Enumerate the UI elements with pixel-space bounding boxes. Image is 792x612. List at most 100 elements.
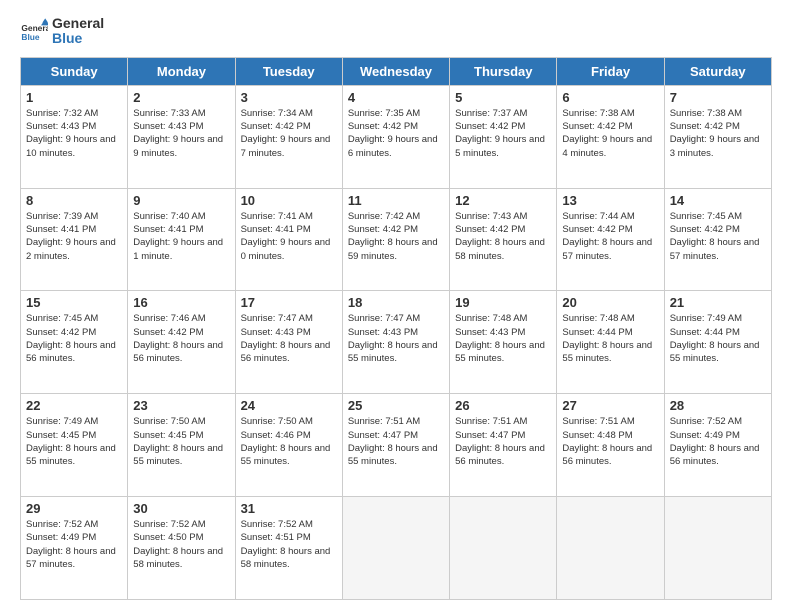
day-info: Sunrise: 7:51 AMSunset: 4:47 PMDaylight:… [455,415,551,468]
day-info: Sunrise: 7:49 AMSunset: 4:45 PMDaylight:… [26,415,122,468]
table-row: 19 Sunrise: 7:48 AMSunset: 4:43 PMDayligh… [450,291,557,394]
logo-blue: Blue [52,31,104,46]
day-number: 9 [133,193,229,208]
day-number: 31 [241,501,337,516]
logo-icon: General Blue [20,17,48,45]
day-info: Sunrise: 7:35 AMSunset: 4:42 PMDaylight:… [348,107,444,160]
table-row: 30Sunrise: 7:52 AMSunset: 4:50 PMDayligh… [128,497,235,600]
table-row: 11 Sunrise: 7:42 AMSunset: 4:42 PMDayligh… [342,188,449,291]
day-number: 20 [562,295,658,310]
col-monday: Monday [128,57,235,85]
day-info: Sunrise: 7:44 AMSunset: 4:42 PMDaylight:… [562,210,658,263]
day-info: Sunrise: 7:42 AMSunset: 4:42 PMDaylight:… [348,210,444,263]
day-number: 3 [241,90,337,105]
day-info: Sunrise: 7:48 AMSunset: 4:44 PMDaylight:… [562,312,658,365]
day-info: Sunrise: 7:38 AMSunset: 4:42 PMDaylight:… [670,107,766,160]
table-row: 8 Sunrise: 7:39 AMSunset: 4:41 PMDaylight… [21,188,128,291]
table-row: 9 Sunrise: 7:40 AMSunset: 4:41 PMDaylight… [128,188,235,291]
col-saturday: Saturday [664,57,771,85]
day-info: Sunrise: 7:40 AMSunset: 4:41 PMDaylight:… [133,210,229,263]
day-info: Sunrise: 7:50 AMSunset: 4:45 PMDaylight:… [133,415,229,468]
day-number: 27 [562,398,658,413]
table-row: 24 Sunrise: 7:50 AMSunset: 4:46 PMDayligh… [235,394,342,497]
logo: General Blue General Blue [20,16,104,47]
day-number: 24 [241,398,337,413]
table-row: 15 Sunrise: 7:45 AMSunset: 4:42 PMDayligh… [21,291,128,394]
table-row: 26 Sunrise: 7:51 AMSunset: 4:47 PMDayligh… [450,394,557,497]
day-info: Sunrise: 7:50 AMSunset: 4:46 PMDaylight:… [241,415,337,468]
col-friday: Friday [557,57,664,85]
day-number: 10 [241,193,337,208]
day-info: Sunrise: 7:52 AMSunset: 4:49 PMDaylight:… [670,415,766,468]
day-info: Sunrise: 7:41 AMSunset: 4:41 PMDaylight:… [241,210,337,263]
table-row: 14 Sunrise: 7:45 AMSunset: 4:42 PMDayligh… [664,188,771,291]
col-tuesday: Tuesday [235,57,342,85]
calendar: Sunday Monday Tuesday Wednesday Thursday… [20,57,772,600]
day-number: 16 [133,295,229,310]
day-number: 13 [562,193,658,208]
day-info: Sunrise: 7:52 AMSunset: 4:51 PMDaylight:… [241,518,337,571]
day-number: 15 [26,295,122,310]
svg-text:Blue: Blue [21,32,39,42]
day-number: 8 [26,193,122,208]
table-row: 27Sunrise: 7:51 AMSunset: 4:48 PMDayligh… [557,394,664,497]
day-info: Sunrise: 7:34 AMSunset: 4:42 PMDaylight:… [241,107,337,160]
day-number: 18 [348,295,444,310]
day-info: Sunrise: 7:48 AMSunset: 4:43 PMDaylight:… [455,312,551,365]
day-info: Sunrise: 7:43 AMSunset: 4:42 PMDaylight:… [455,210,551,263]
table-row [450,497,557,600]
day-info: Sunrise: 7:46 AMSunset: 4:42 PMDaylight:… [133,312,229,365]
day-number: 22 [26,398,122,413]
table-row: 29 Sunrise: 7:52 AMSunset: 4:49 PMDayligh… [21,497,128,600]
table-row: 28Sunrise: 7:52 AMSunset: 4:49 PMDayligh… [664,394,771,497]
day-number: 21 [670,295,766,310]
table-row: 17 Sunrise: 7:47 AMSunset: 4:43 PMDayligh… [235,291,342,394]
table-row: 6 Sunrise: 7:38 AMSunset: 4:42 PMDaylight… [557,85,664,188]
table-row: 12 Sunrise: 7:43 AMSunset: 4:42 PMDayligh… [450,188,557,291]
day-info: Sunrise: 7:47 AMSunset: 4:43 PMDaylight:… [348,312,444,365]
day-number: 7 [670,90,766,105]
day-number: 26 [455,398,551,413]
day-info: Sunrise: 7:49 AMSunset: 4:44 PMDaylight:… [670,312,766,365]
table-row: 3 Sunrise: 7:34 AMSunset: 4:42 PMDaylight… [235,85,342,188]
col-wednesday: Wednesday [342,57,449,85]
table-row: 10 Sunrise: 7:41 AMSunset: 4:41 PMDayligh… [235,188,342,291]
day-info: Sunrise: 7:51 AMSunset: 4:47 PMDaylight:… [348,415,444,468]
day-number: 2 [133,90,229,105]
day-number: 12 [455,193,551,208]
table-row: 22 Sunrise: 7:49 AMSunset: 4:45 PMDayligh… [21,394,128,497]
table-row: 4Sunrise: 7:35 AMSunset: 4:42 PMDaylight… [342,85,449,188]
day-info: Sunrise: 7:45 AMSunset: 4:42 PMDaylight:… [26,312,122,365]
day-info: Sunrise: 7:39 AMSunset: 4:41 PMDaylight:… [26,210,122,263]
day-info: Sunrise: 7:52 AMSunset: 4:49 PMDaylight:… [26,518,122,571]
table-row: 2Sunrise: 7:33 AMSunset: 4:43 PMDaylight… [128,85,235,188]
table-row: 13 Sunrise: 7:44 AMSunset: 4:42 PMDayligh… [557,188,664,291]
day-number: 1 [26,90,122,105]
table-row: 20 Sunrise: 7:48 AMSunset: 4:44 PMDayligh… [557,291,664,394]
day-info: Sunrise: 7:45 AMSunset: 4:42 PMDaylight:… [670,210,766,263]
table-row: 7 Sunrise: 7:38 AMSunset: 4:42 PMDaylight… [664,85,771,188]
day-info: Sunrise: 7:47 AMSunset: 4:43 PMDaylight:… [241,312,337,365]
table-row: 16 Sunrise: 7:46 AMSunset: 4:42 PMDayligh… [128,291,235,394]
day-info: Sunrise: 7:38 AMSunset: 4:42 PMDaylight:… [562,107,658,160]
table-row [557,497,664,600]
day-number: 11 [348,193,444,208]
logo-general: General [52,16,104,31]
day-info: Sunrise: 7:37 AMSunset: 4:42 PMDaylight:… [455,107,551,160]
table-row: 5Sunrise: 7:37 AMSunset: 4:42 PMDaylight… [450,85,557,188]
table-row: 23 Sunrise: 7:50 AMSunset: 4:45 PMDayligh… [128,394,235,497]
table-row: 1Sunrise: 7:32 AMSunset: 4:43 PMDaylight… [21,85,128,188]
day-number: 17 [241,295,337,310]
day-number: 19 [455,295,551,310]
day-number: 23 [133,398,229,413]
table-row: 31 Sunrise: 7:52 AMSunset: 4:51 PMDayligh… [235,497,342,600]
table-row: 21 Sunrise: 7:49 AMSunset: 4:44 PMDayligh… [664,291,771,394]
day-info: Sunrise: 7:52 AMSunset: 4:50 PMDaylight:… [133,518,229,571]
day-number: 6 [562,90,658,105]
table-row [342,497,449,600]
day-number: 14 [670,193,766,208]
table-row: 18 Sunrise: 7:47 AMSunset: 4:43 PMDayligh… [342,291,449,394]
table-row: 25Sunrise: 7:51 AMSunset: 4:47 PMDayligh… [342,394,449,497]
col-sunday: Sunday [21,57,128,85]
day-number: 29 [26,501,122,516]
